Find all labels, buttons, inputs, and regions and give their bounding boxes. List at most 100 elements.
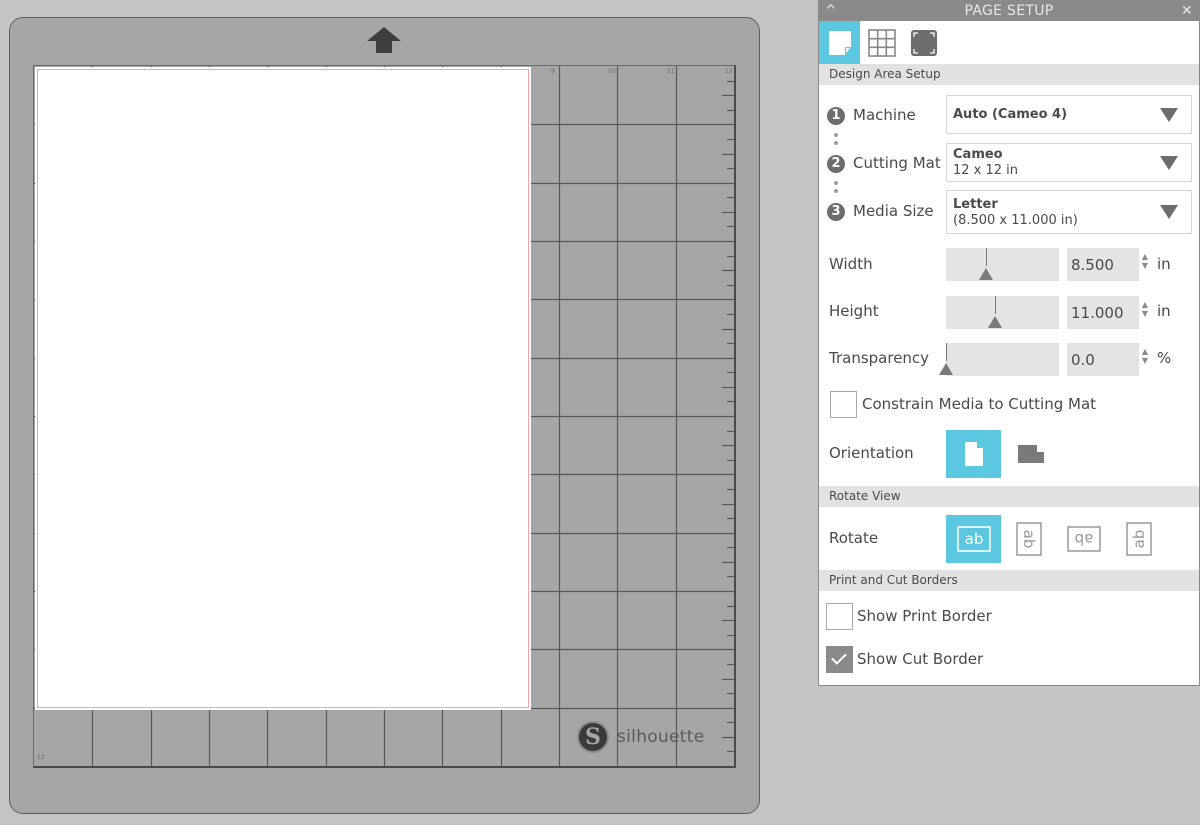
- height-input[interactable]: 11.000: [1067, 296, 1139, 329]
- brand-name: silhouette: [617, 727, 705, 747]
- silhouette-logo-icon: S: [577, 721, 609, 753]
- rotate-label: Rotate: [829, 529, 879, 547]
- machine-select[interactable]: Auto (Cameo 4): [946, 95, 1192, 134]
- background-icon: [910, 29, 937, 56]
- media-page[interactable]: [35, 67, 531, 710]
- page-setup-panel: ^ PAGE SETUP ✕ Design Area Setup 1 Machi…: [818, 0, 1200, 686]
- step-number: 2: [827, 155, 845, 173]
- width-label: Width: [829, 255, 873, 273]
- width-input[interactable]: 8.500: [1067, 248, 1139, 281]
- landscape-page-icon: [1017, 445, 1044, 463]
- cutting-mat-size: 12 x 12 in: [953, 163, 1019, 178]
- cutting-mat-value: Cameo: [953, 147, 1003, 162]
- width-stepper[interactable]: ▲ ▼: [1140, 252, 1150, 270]
- height-slider[interactable]: [946, 296, 1059, 329]
- section-design-area-setup: Design Area Setup: [819, 64, 1199, 85]
- spin-up-icon[interactable]: ▲: [1140, 252, 1150, 261]
- show-cut-border-checkbox[interactable]: [826, 646, 853, 673]
- machine-label: Machine: [853, 106, 916, 124]
- transparency-row: Transparency 0.0 ▲ ▼ %: [819, 343, 1199, 377]
- ruler-number: 12: [725, 68, 733, 75]
- rotate-90-icon: ab: [1015, 522, 1042, 556]
- slider-line: [986, 248, 987, 266]
- transparency-stepper[interactable]: ▲ ▼: [1140, 347, 1150, 365]
- collapse-icon[interactable]: ^: [825, 1, 837, 21]
- tab-background[interactable]: [903, 21, 944, 64]
- orientation-landscape-button[interactable]: [1003, 430, 1058, 478]
- spin-up-icon[interactable]: ▲: [1140, 300, 1150, 309]
- slider-line: [995, 296, 996, 314]
- close-icon[interactable]: ✕: [1181, 1, 1193, 21]
- rotate-270-button[interactable]: ab: [1111, 515, 1166, 563]
- panel-tabs: [819, 21, 1199, 64]
- chevron-down-icon: [1160, 107, 1178, 122]
- slider-line: [946, 343, 947, 361]
- show-print-border-checkbox[interactable]: [826, 603, 853, 630]
- height-stepper[interactable]: ▲ ▼: [1140, 300, 1150, 318]
- show-cut-border-label: Show Cut Border: [857, 650, 984, 668]
- slider-thumb[interactable]: [939, 363, 953, 375]
- svg-text:ab: ab: [964, 530, 983, 548]
- height-row: Height 11.000 ▲ ▼ in: [819, 296, 1199, 330]
- machine-row: 1 Machine Auto (Cameo 4): [819, 93, 1199, 138]
- chevron-down-icon: [1160, 155, 1178, 170]
- tab-design-area[interactable]: [819, 21, 860, 64]
- ruler-number: 10: [608, 68, 616, 75]
- spin-up-icon[interactable]: ▲: [1140, 347, 1150, 356]
- rotate-180-button[interactable]: ab: [1056, 515, 1111, 563]
- step-number: 1: [827, 107, 845, 125]
- mat-grid[interactable]: 9 10 11 12 12: [33, 65, 736, 768]
- svg-text:ab: ab: [1020, 530, 1038, 549]
- rotate-90-button[interactable]: ab: [1001, 515, 1056, 563]
- rotate-270-icon: ab: [1125, 522, 1152, 556]
- orientation-portrait-button[interactable]: [946, 430, 1001, 478]
- step-number: 3: [827, 203, 845, 221]
- tab-grid[interactable]: [861, 21, 902, 64]
- svg-text:ab: ab: [1074, 530, 1093, 548]
- rotate-180-icon: ab: [1066, 526, 1101, 552]
- slider-thumb[interactable]: [979, 268, 993, 280]
- svg-text:ab: ab: [1130, 530, 1148, 549]
- rotate-0-icon: ab: [956, 526, 991, 552]
- media-size-label: Media Size: [853, 202, 934, 220]
- cut-border: [37, 69, 529, 708]
- brand-logo: S silhouette: [577, 721, 705, 753]
- media-size-dimensions: (8.500 x 11.000 in): [953, 213, 1078, 228]
- rotate-0-button[interactable]: ab: [946, 515, 1001, 563]
- panel-header: ^ PAGE SETUP ✕: [819, 1, 1199, 21]
- cutting-mat-select[interactable]: Cameo 12 x 12 in: [946, 143, 1192, 182]
- panel-title: PAGE SETUP: [964, 3, 1054, 19]
- ruler-number: 11: [667, 68, 675, 75]
- up-arrow-icon: [367, 27, 401, 53]
- page-icon: [828, 30, 851, 55]
- width-unit: in: [1157, 255, 1171, 273]
- grid-icon: [867, 28, 896, 57]
- transparency-unit: %: [1157, 349, 1172, 367]
- cutting-mat-row: 2 Cutting Mat Cameo 12 x 12 in: [819, 141, 1199, 186]
- cutting-mat: 9 10 11 12 12 S silhouette: [9, 17, 760, 814]
- spin-down-icon[interactable]: ▼: [1140, 356, 1150, 365]
- transparency-input[interactable]: 0.0: [1067, 343, 1139, 376]
- height-label: Height: [829, 302, 879, 320]
- height-unit: in: [1157, 302, 1171, 320]
- section-print-cut-borders: Print and Cut Borders: [819, 570, 1199, 591]
- show-print-border-label: Show Print Border: [857, 607, 992, 625]
- orientation-label: Orientation: [829, 444, 914, 462]
- width-slider[interactable]: [946, 248, 1059, 281]
- media-size-select[interactable]: Letter (8.500 x 11.000 in): [946, 190, 1192, 234]
- media-size-value: Letter: [953, 197, 998, 212]
- cutting-mat-label: Cutting Mat: [853, 154, 941, 172]
- spin-down-icon[interactable]: ▼: [1140, 261, 1150, 270]
- transparency-slider[interactable]: [939, 343, 1059, 376]
- spin-down-icon[interactable]: ▼: [1140, 309, 1150, 318]
- constrain-media-checkbox[interactable]: [830, 391, 857, 418]
- ruler-number: 12: [37, 754, 45, 761]
- width-row: Width 8.500 ▲ ▼ in: [819, 248, 1199, 282]
- transparency-label: Transparency: [829, 349, 930, 367]
- ruler-number: 9: [551, 68, 555, 75]
- slider-thumb[interactable]: [988, 316, 1002, 328]
- chevron-down-icon: [1160, 205, 1178, 219]
- machine-value: Auto (Cameo 4): [953, 107, 1068, 122]
- portrait-page-icon: [964, 442, 983, 466]
- constrain-media-label: Constrain Media to Cutting Mat: [862, 395, 1097, 413]
